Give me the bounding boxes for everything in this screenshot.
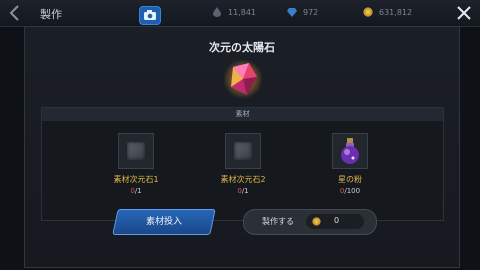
material-slot-3[interactable]: 星の粉 0/100	[305, 133, 395, 195]
materials-box: 素材 素材次元石1 0/1 素材次元石2 0/1 星の粉 0/100	[41, 107, 444, 221]
material-name: 素材次元石2	[220, 175, 266, 184]
currency-drop-value: 11,841	[228, 8, 256, 17]
material-required: /1	[241, 187, 249, 195]
material-count: 0/100	[305, 187, 395, 195]
craft-dialog: 次元の太陽石 素材 素材次元石1 0/1 素材次元石2 0/1 星の粉 0/10…	[24, 26, 460, 268]
craft-button-label: 製作する	[262, 217, 294, 226]
gold-coin-icon	[312, 217, 321, 226]
craft-button[interactable]: 製作する 0	[243, 209, 377, 235]
material-frame	[118, 133, 154, 169]
material-slot-2[interactable]: 素材次元石2 0/1	[198, 133, 288, 195]
material-count: 0/1	[198, 187, 288, 195]
camera-icon	[144, 10, 156, 20]
material-count: 0/1	[91, 187, 181, 195]
close-icon[interactable]	[457, 6, 471, 20]
insert-materials-label: 素材投入	[145, 217, 182, 227]
gold-coin-icon	[363, 7, 373, 17]
screen-title: 製作	[40, 8, 62, 21]
craft-cost-value: 0	[334, 216, 340, 225]
insert-materials-button[interactable]: 素材投入	[112, 209, 216, 235]
dialog-title: 次元の太陽石	[209, 41, 275, 54]
back-arrow-icon[interactable]	[8, 5, 22, 21]
currency-gold-value: 631,812	[379, 8, 413, 17]
material-required: /1	[134, 187, 142, 195]
materials-header: 素材	[42, 108, 443, 121]
cube-icon	[127, 142, 145, 160]
material-required: /100	[344, 187, 361, 195]
material-frame	[332, 133, 368, 169]
crystal-icon	[223, 59, 263, 99]
material-name: 星の粉	[338, 175, 362, 184]
gem-icon	[287, 8, 297, 17]
craft-cost: 0	[306, 214, 364, 229]
camera-button[interactable]	[139, 6, 161, 25]
potion-icon	[341, 138, 359, 164]
top-bar: 製作 11,841 972 631,812	[0, 0, 480, 27]
material-name: 素材次元石1	[113, 175, 159, 184]
currency-gem-value: 972	[303, 8, 319, 17]
material-frame	[225, 133, 261, 169]
drop-icon	[213, 7, 221, 17]
material-slot-1[interactable]: 素材次元石1 0/1	[91, 133, 181, 195]
cube-icon	[234, 142, 252, 160]
